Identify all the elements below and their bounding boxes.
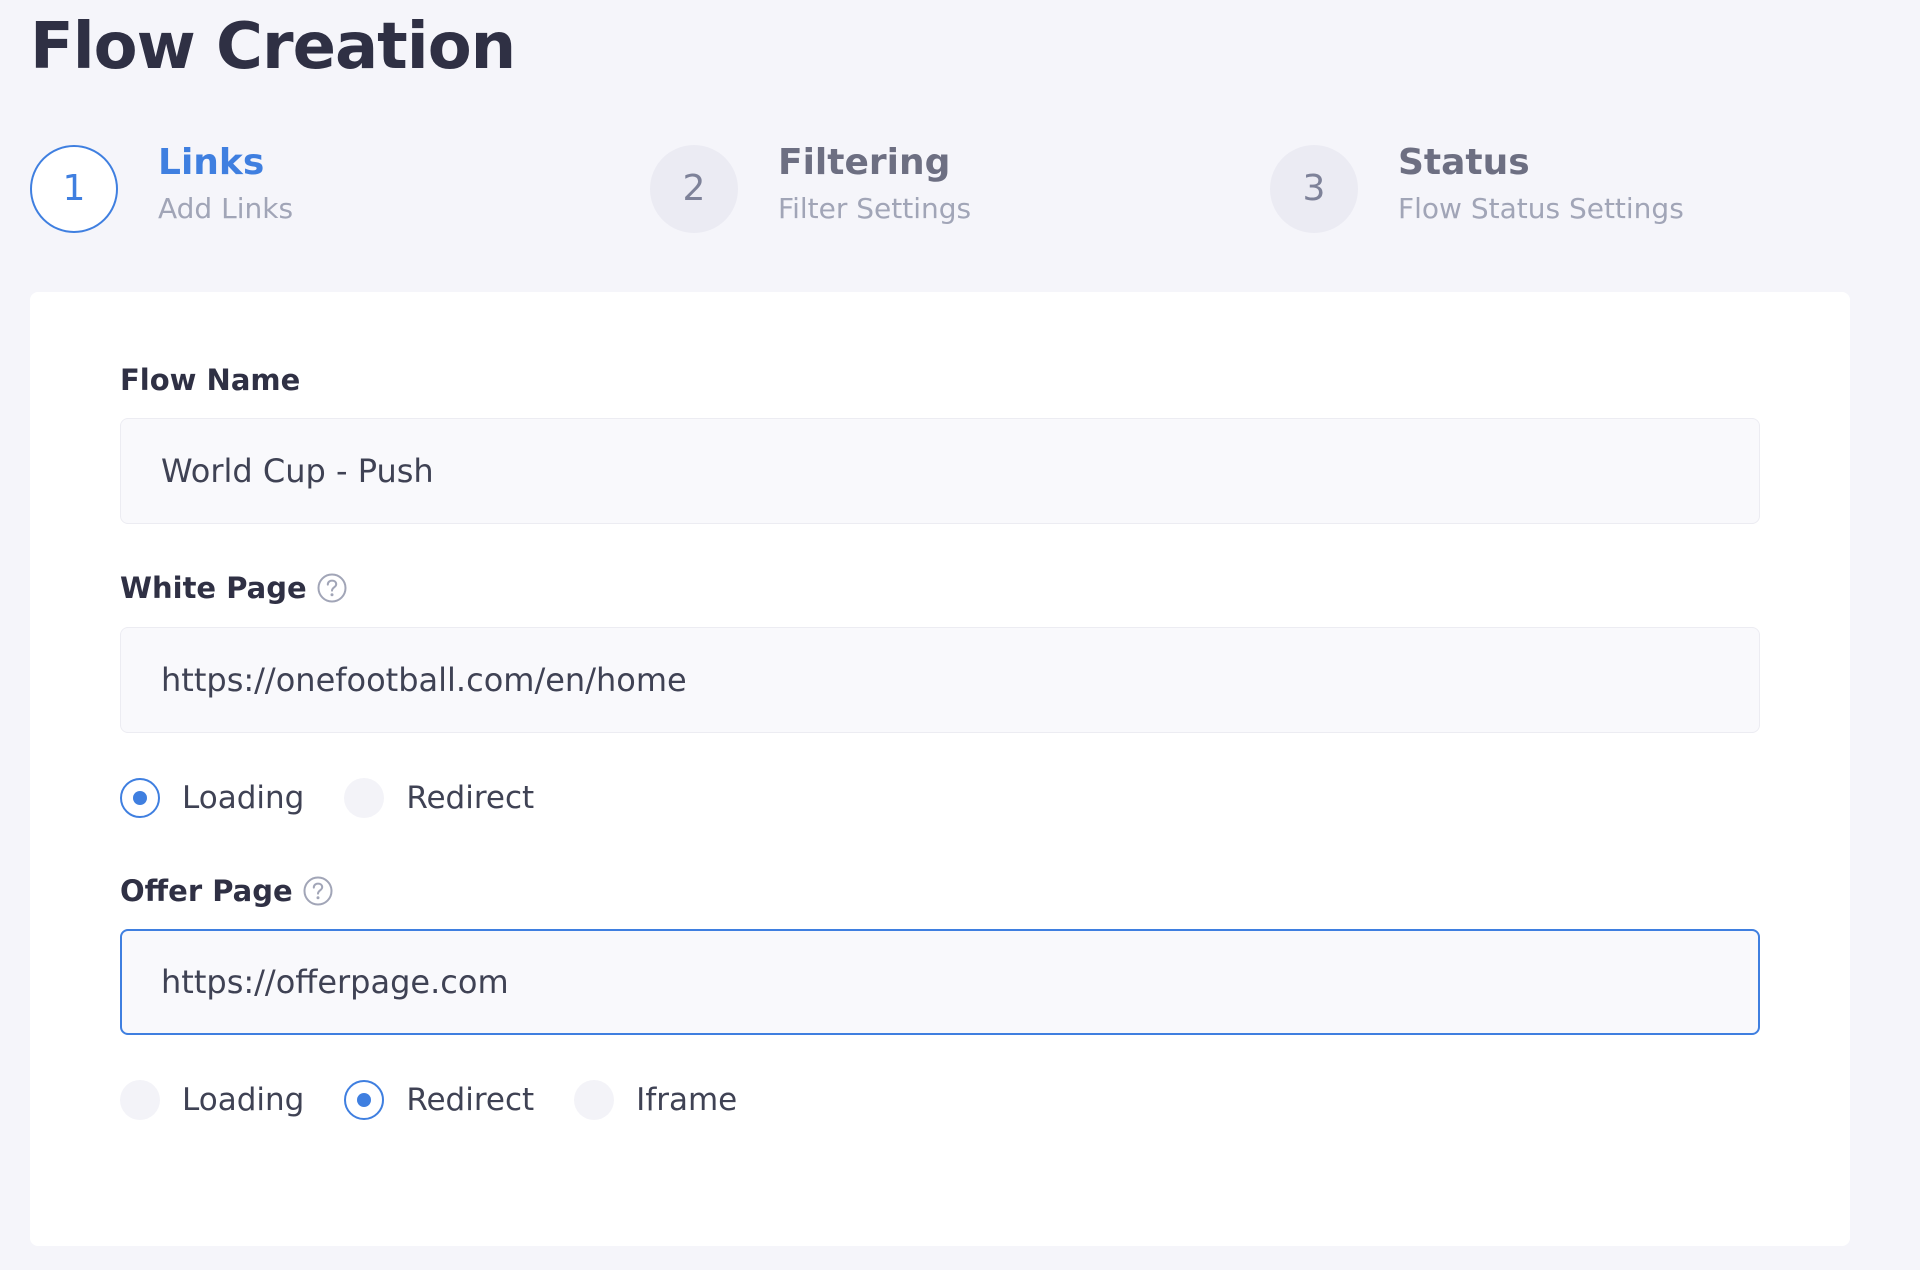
- step-subtitle: Add Links: [158, 192, 294, 225]
- flow-name-label-text: Flow Name: [120, 363, 301, 397]
- stepper: 1 Links Add Links 2 Filtering Filter Set…: [30, 142, 1850, 233]
- white-page-mode-loading[interactable]: Loading: [120, 778, 304, 818]
- radio-button-checked[interactable]: [120, 778, 160, 818]
- step-title: Status: [1398, 142, 1530, 183]
- offer-page-mode-loading[interactable]: Loading: [120, 1080, 304, 1120]
- form-card: Flow Name White Page Loading Redirect Of…: [30, 292, 1850, 1246]
- white-page-label-text: White Page: [120, 571, 307, 605]
- radio-button[interactable]: [344, 778, 385, 818]
- step-title: Filtering: [778, 142, 951, 183]
- step-number: 3: [1270, 145, 1358, 233]
- radio-button[interactable]: [120, 1080, 160, 1120]
- radio-label: Iframe: [636, 1082, 738, 1118]
- offer-page-mode-iframe[interactable]: Iframe: [574, 1080, 737, 1120]
- question-circle-icon[interactable]: [303, 876, 333, 906]
- question-circle-icon[interactable]: [317, 573, 347, 603]
- radio-button[interactable]: [574, 1080, 615, 1120]
- radio-label: Redirect: [406, 1082, 535, 1118]
- step-subtitle: Flow Status Settings: [1398, 192, 1684, 225]
- white-page-label: White Page: [120, 570, 347, 606]
- radio-label: Loading: [182, 780, 305, 816]
- offer-page-mode-radio-group: Loading Redirect Iframe: [120, 1080, 777, 1120]
- white-page-mode-redirect[interactable]: Redirect: [344, 778, 534, 818]
- white-page-input[interactable]: [120, 627, 1760, 733]
- step-subtitle: Filter Settings: [778, 192, 972, 225]
- white-page-mode-radio-group: Loading Redirect: [120, 778, 574, 818]
- page-title: Flow Creation: [30, 10, 516, 84]
- flow-name-input[interactable]: [120, 418, 1760, 524]
- step-title: Links: [158, 142, 265, 183]
- radio-label: Redirect: [406, 780, 535, 816]
- offer-page-mode-redirect[interactable]: Redirect: [344, 1080, 534, 1120]
- offer-page-label-text: Offer Page: [120, 874, 293, 908]
- step-number: 2: [650, 145, 738, 233]
- flow-name-label: Flow Name: [120, 362, 300, 398]
- step-number: 1: [30, 145, 118, 233]
- offer-page-input[interactable]: [120, 929, 1760, 1035]
- radio-button-checked[interactable]: [344, 1080, 385, 1120]
- offer-page-label: Offer Page: [120, 873, 333, 909]
- radio-label: Loading: [182, 1082, 305, 1118]
